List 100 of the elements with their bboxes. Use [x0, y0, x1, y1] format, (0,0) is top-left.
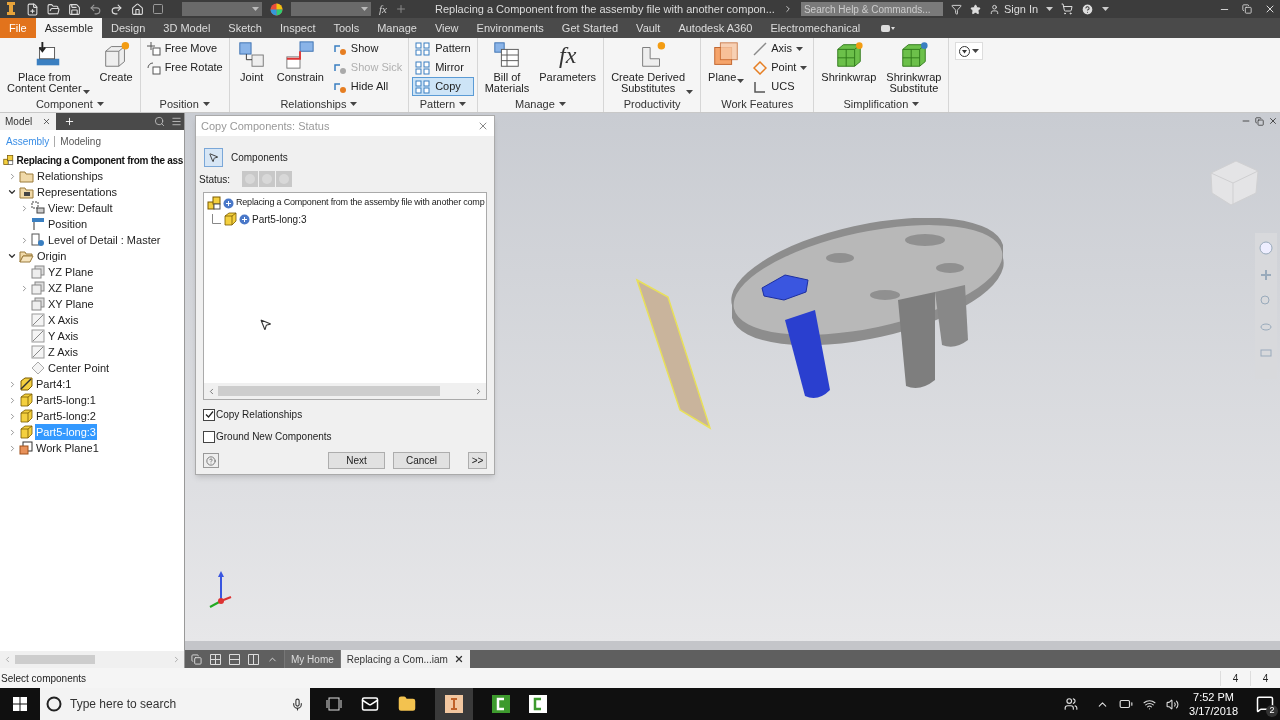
ribbon-button[interactable]: Show: [329, 39, 406, 58]
ribbon-tab[interactable]: Vault: [627, 18, 670, 38]
ribbon-button[interactable]: Place from Content Center: [3, 39, 94, 95]
tree-item[interactable]: Z Axis: [47, 343, 79, 361]
mode-tab[interactable]: Modeling: [60, 133, 101, 149]
close-icon[interactable]: [1264, 3, 1276, 15]
tree-item[interactable]: Work Plane1: [35, 439, 100, 457]
tile-horizontal-icon[interactable]: [229, 653, 240, 665]
restore-icon[interactable]: [1242, 4, 1252, 14]
dialog-button[interactable]: Cancel: [393, 452, 450, 469]
ribbon-tab[interactable]: Get Started: [552, 18, 628, 38]
list-item[interactable]: Replacing a Component from the assemby file with another comp: [236, 196, 485, 210]
tree-item[interactable]: Origin: [36, 247, 68, 265]
tile-grid-icon[interactable]: [210, 653, 221, 665]
ribbon-button[interactable]: Point: [750, 58, 811, 77]
plus-icon[interactable]: [394, 3, 407, 15]
color-wheel-icon[interactable]: [270, 2, 283, 16]
group-menu-button[interactable]: Manage: [480, 96, 601, 112]
help-icon[interactable]: [1081, 2, 1095, 16]
ribbon-tab[interactable]: Assemble: [35, 18, 103, 38]
document-tab[interactable]: My Home: [284, 650, 340, 668]
document-tab[interactable]: Replacing a Com...iam: [339, 650, 470, 668]
people-icon[interactable]: [1064, 697, 1079, 711]
ribbon-button[interactable]: Free Rotate: [143, 58, 226, 77]
graphics-viewport[interactable]: Copy Components: Status Components Status: Replacing a Component from the assemby file with another comp Part5-long:3 Copy Relationships Ground New Components Next Cancel >>: [185, 113, 1280, 641]
tree-item[interactable]: Position: [47, 215, 89, 233]
ribbon-button[interactable]: fx Parameters: [535, 39, 601, 84]
tile-vertical-icon[interactable]: [248, 653, 259, 665]
mode-tab[interactable]: Assembly: [6, 133, 50, 149]
customize-button[interactable]: [955, 42, 984, 60]
ribbon-tab[interactable]: 3D Model: [154, 18, 220, 38]
task-view-icon[interactable]: [326, 697, 342, 711]
scroll-right-icon[interactable]: [474, 386, 483, 396]
select-button[interactable]: [204, 148, 223, 167]
group-menu-button[interactable]: Simplification: [817, 96, 946, 112]
ribbon-tab[interactable]: Tools: [324, 18, 369, 38]
add-tab-icon[interactable]: [64, 116, 76, 127]
clock-time[interactable]: 7:52 PM: [1193, 690, 1234, 704]
list-item[interactable]: Part5-long:3: [252, 211, 307, 227]
tree-item[interactable]: Y Axis: [47, 327, 80, 345]
tree-item[interactable]: XZ Plane: [47, 279, 95, 297]
ribbon-button[interactable]: Free Move: [143, 39, 226, 58]
star-icon[interactable]: [969, 3, 981, 15]
ribbon-tab[interactable]: Electromechanical: [761, 18, 870, 38]
ribbon-button[interactable]: Create Derived Substitutes: [607, 39, 698, 95]
new-file-icon[interactable]: [26, 2, 39, 16]
tree-item[interactable]: Part4:1: [35, 375, 73, 393]
scroll-left-icon[interactable]: [207, 386, 216, 396]
microphone-icon[interactable]: [291, 697, 304, 711]
menu-icon[interactable]: [171, 116, 182, 127]
group-menu-button[interactable]: Pattern: [412, 96, 474, 112]
browser-tab[interactable]: Model: [0, 113, 57, 130]
sign-in-button[interactable]: Sign In: [988, 0, 1039, 18]
dropdown-field[interactable]: [291, 2, 371, 16]
checkbox[interactable]: [203, 430, 215, 443]
tree-item[interactable]: Representations: [36, 183, 119, 201]
action-center-icon[interactable]: [1256, 695, 1274, 713]
home-icon[interactable]: [131, 2, 144, 16]
close-icon[interactable]: [1268, 116, 1278, 126]
battery-icon[interactable]: [1119, 697, 1134, 711]
ribbon-button[interactable]: Mirror: [412, 58, 474, 77]
horizontal-scrollbar[interactable]: [204, 383, 486, 399]
dialog-button[interactable]: >>: [468, 452, 487, 469]
ribbon-button[interactable]: Axis: [750, 39, 811, 58]
ribbon-button[interactable]: Bill of Materials: [480, 39, 534, 95]
undo-icon[interactable]: [89, 2, 102, 16]
ribbon-tab[interactable]: Autodesk A360: [669, 18, 762, 38]
collapse-icon[interactable]: [7, 187, 17, 197]
close-icon[interactable]: [42, 117, 52, 126]
restore-icon[interactable]: [1255, 116, 1264, 126]
ribbon-button[interactable]: Hide All: [329, 77, 406, 96]
dialog-button[interactable]: Next: [328, 452, 385, 469]
toggle-icon[interactable]: [881, 25, 896, 32]
clock-date[interactable]: 3/17/2018: [1189, 704, 1238, 718]
inventor-taskbar-icon[interactable]: [435, 688, 473, 720]
group-menu-button[interactable]: Relationships: [232, 96, 406, 112]
tree-item[interactable]: Relationships: [36, 167, 105, 185]
ribbon-button[interactable]: Pattern: [412, 39, 474, 58]
file-explorer-icon[interactable]: [398, 695, 416, 713]
ribbon-button[interactable]: Shrinkwrap Substitute: [882, 39, 946, 95]
taskbar-search-field[interactable]: Type here to search: [40, 688, 310, 720]
cascade-icon[interactable]: [191, 653, 202, 665]
ribbon-button[interactable]: Joint: [232, 39, 271, 84]
tree-item[interactable]: Part5-long:2: [35, 407, 97, 425]
horizontal-scrollbar[interactable]: [185, 641, 1280, 650]
ribbon-tab[interactable]: Design: [102, 18, 155, 38]
windows-start-icon[interactable]: [13, 697, 27, 711]
wifi-icon[interactable]: [1143, 697, 1157, 711]
close-icon[interactable]: [453, 654, 464, 664]
tree-item[interactable]: Center Point: [47, 359, 111, 377]
function-icon[interactable]: fx: [379, 0, 387, 18]
mail-icon[interactable]: [361, 695, 379, 713]
tree-item[interactable]: X Axis: [47, 311, 80, 329]
collapse-icon[interactable]: [7, 251, 17, 261]
ribbon-button[interactable]: Copy: [412, 77, 474, 96]
cart-icon[interactable]: [1061, 3, 1074, 15]
volume-icon[interactable]: [1166, 697, 1180, 711]
tree-item[interactable]: Replacing a Component from the ass: [15, 152, 184, 168]
help-button[interactable]: [203, 453, 219, 468]
ribbon-tab[interactable]: Manage: [368, 18, 426, 38]
